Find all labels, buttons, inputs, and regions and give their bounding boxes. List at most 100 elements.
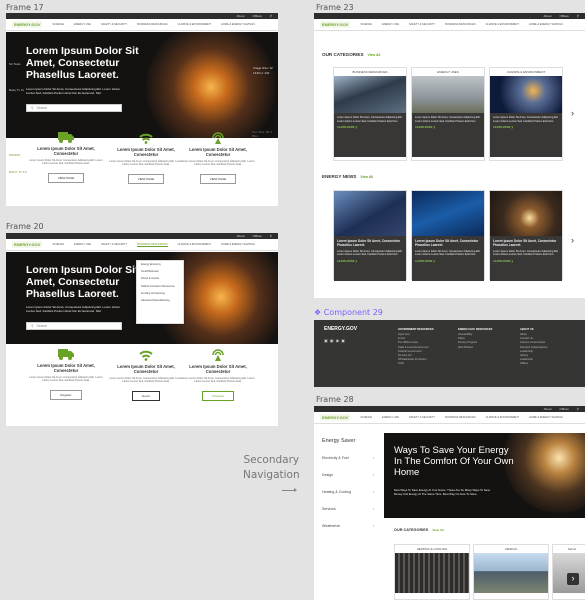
chevron-right-icon[interactable]: › (571, 235, 574, 245)
offices-link[interactable]: Offices (253, 234, 262, 238)
category-card[interactable]: ENERGY USES Lorem Ipsum Dolor Sit Amet, … (411, 67, 485, 161)
nav-item-safety[interactable]: Safety & Security (101, 23, 127, 26)
register-button[interactable]: Register (50, 389, 82, 400)
about-link[interactable]: About (544, 14, 552, 18)
footer-link[interactable]: FOIA (398, 362, 434, 366)
card-category: CLIMATE & ENVIRONMENT (506, 70, 546, 74)
nav-item-energy-use[interactable]: Energy Use (382, 416, 399, 419)
nav-item-energy-use[interactable]: Energy Use (74, 243, 91, 246)
search-icon[interactable]: ⚲ (577, 407, 579, 411)
nav-item-business[interactable]: Business Resources (445, 23, 475, 26)
carousel-next-button[interactable]: › (567, 573, 579, 585)
about-link[interactable]: About (237, 234, 245, 238)
hero-body: Lorem Ipsum Dolor Sit Amet, Consectetur … (26, 305, 121, 313)
dropdown-item[interactable]: Prizes & Grants (137, 275, 183, 282)
sidebar-item-services[interactable]: Services › (314, 501, 382, 518)
view-all-link[interactable]: View All (368, 53, 381, 57)
hover-button[interactable]: Hover (131, 390, 160, 401)
frame-17-title[interactable]: Frame 17 (6, 3, 44, 12)
nav-item-home[interactable]: Home & Energy Savings (529, 23, 563, 26)
footer-link[interactable]: Offices (520, 362, 547, 366)
nav-item-safety[interactable]: Safety & Security (101, 243, 127, 246)
site-logo[interactable]: ENERGY.GOV (12, 241, 43, 248)
category-card[interactable]: Servic (552, 544, 585, 600)
view-page-button[interactable]: VIEW PAGE (47, 172, 85, 183)
offices-link[interactable]: Offices (560, 407, 569, 411)
component-29-title[interactable]: ❖ Component 29 (314, 308, 383, 317)
nav-item-home[interactable]: Home & Energy Savings (221, 243, 255, 246)
frame-20-title[interactable]: Frame 20 (6, 222, 44, 231)
nav-item-business[interactable]: Business Resources (137, 23, 167, 26)
about-link[interactable]: About (544, 407, 552, 411)
nav-item-home[interactable]: Home & Energy Savings (221, 23, 255, 26)
nav-item-climate[interactable]: Climate & Environment (178, 23, 211, 26)
nav-item-science[interactable]: Science (52, 243, 64, 246)
secondary-sidebar: Energy Saver Electricity & Fuel › Design ›… (314, 433, 382, 553)
frame-28-title[interactable]: Frame 28 (316, 395, 354, 404)
nav-item-energy-use[interactable]: Energy Use (74, 23, 91, 26)
search-icon[interactable]: ⚲ (270, 234, 272, 238)
nav-item-climate[interactable]: Climate & Environment (486, 23, 519, 26)
search-icon[interactable]: ⚲ (270, 14, 272, 18)
pressed-button[interactable]: Pressed (202, 390, 234, 401)
view-page-button[interactable]: VIEW PAGE (127, 173, 165, 184)
card-body: Lorem Ipsum Dolor Sit Amet, Consectetur … (412, 236, 484, 281)
news-card[interactable]: Lorem Ipsum Dolor Sit Amet, Consectetur … (333, 190, 407, 281)
dropdown-item[interactable]: Energy Economy (137, 261, 183, 268)
about-link[interactable]: About (237, 14, 245, 18)
learn-more-link[interactable]: LEARN MORE ❯ (415, 126, 481, 130)
sidebar-item-weatherize[interactable]: Weatherize › (314, 518, 382, 535)
nav-item-home[interactable]: Home & Energy Savings (529, 416, 563, 419)
learn-more-link[interactable]: LEARN MORE ❯ (337, 126, 403, 130)
nav-item-science[interactable]: Science (360, 23, 372, 26)
search-icon[interactable]: ⚲ (577, 14, 579, 18)
site-logo[interactable]: ENERGY.GOV (320, 21, 351, 28)
frame-17[interactable]: About Offices ⚲ ENERGY.GOV Science Energ… (6, 13, 278, 206)
nav-item-climate[interactable]: Climate & Environment (178, 243, 211, 246)
chevron-right-icon[interactable]: › (571, 108, 574, 118)
nav-item-science[interactable]: Science (52, 23, 64, 26)
footer-logo[interactable]: ENERGY.GOV (324, 326, 357, 332)
view-all-link[interactable]: View All (432, 528, 443, 532)
nav-item-energy-use[interactable]: Energy Use (382, 23, 399, 26)
footer-link[interactable]: Web Policies (458, 346, 492, 350)
offices-link[interactable]: Offices (560, 14, 569, 18)
nav-item-safety[interactable]: Safety & Security (409, 416, 435, 419)
dropdown-item[interactable]: Funding & Financing (137, 290, 183, 297)
dropdown-item[interactable]: Advanced Manufacturing (137, 297, 183, 304)
search-input[interactable]: ⚲ Search (26, 104, 122, 112)
offices-link[interactable]: Offices (253, 14, 262, 18)
dropdown-item[interactable]: Small Business (137, 268, 183, 275)
view-page-button[interactable]: VIEW PAGE (199, 173, 237, 184)
category-card[interactable]: HEATING & COOLING (394, 544, 470, 600)
category-card[interactable]: BUSINESS RESOURCES Lorem Ipsum Dolor Sit… (333, 67, 407, 161)
sidebar-item-design[interactable]: Design › (314, 467, 382, 484)
site-logo[interactable]: ENERGY.GOV (320, 414, 351, 421)
view-all-link[interactable]: View All (360, 175, 373, 179)
search-input[interactable]: ⚲ Search (26, 322, 122, 330)
nav-item-climate[interactable]: Climate & Environment (486, 416, 519, 419)
learn-more-link[interactable]: LEARN MORE ❯ (493, 260, 559, 264)
nav-item-business[interactable]: Business Resources (445, 416, 475, 419)
feature-card: Lorem Ipsum Dolor Sit Amet, Consectetur … (108, 132, 184, 185)
category-card[interactable]: DESIGN (473, 544, 549, 600)
category-card[interactable]: CLIMATE & ENVIRONMENT Lorem Ipsum Dolor … (489, 67, 563, 161)
sidebar-item-heating[interactable]: Heating & Cooling › (314, 484, 382, 501)
learn-more-link[interactable]: LEARN MORE ❯ (493, 126, 559, 130)
linkedin-icon[interactable]: ▣ (341, 338, 347, 343)
nav-item-science[interactable]: Science (360, 416, 372, 419)
nav-item-business-active[interactable]: Business Resources (137, 243, 168, 247)
sidebar-item-electricity[interactable]: Electricity & Fuel › (314, 450, 382, 467)
frame-23[interactable]: About Offices ⚲ ENERGY.GOV Science Energ… (314, 13, 585, 298)
learn-more-link[interactable]: LEARN MORE ❯ (415, 260, 481, 264)
nav-item-safety[interactable]: Safety & Security (409, 23, 435, 26)
site-logo[interactable]: ENERGY.GOV (12, 21, 43, 28)
frame-23-title[interactable]: Frame 23 (316, 3, 354, 12)
dropdown-item[interactable]: Staff & Contractor Resources (137, 283, 183, 290)
footer-link[interactable]: Careers & Internships (520, 341, 547, 345)
frame-20[interactable]: About Offices ⚲ ENERGY.GOV Science Energ… (6, 233, 278, 426)
learn-more-link[interactable]: LEARN MORE ❯ (337, 260, 403, 264)
news-card[interactable]: Lorem Ipsum Dolor Sit Amet, Consectetur … (411, 190, 485, 281)
frame-28[interactable]: About Offices ⚲ ENERGY.GOV Science Energ… (314, 406, 585, 600)
news-card[interactable]: Lorem Ipsum Dolor Sit Amet, Consectetur … (489, 190, 563, 281)
